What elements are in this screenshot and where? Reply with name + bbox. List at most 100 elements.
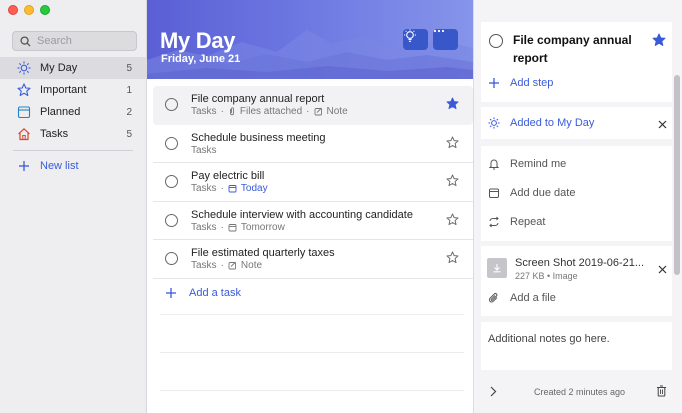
task-list-name: Tasks bbox=[191, 106, 217, 117]
note-label: Note bbox=[326, 106, 348, 117]
task-meta: Tasks · Note bbox=[191, 260, 262, 271]
separator-dot: · bbox=[220, 260, 224, 271]
add-due-date-button[interactable]: Add due date bbox=[488, 187, 575, 199]
close-icon bbox=[658, 265, 667, 274]
task-list-name: Tasks bbox=[191, 260, 217, 271]
page-title: My Day bbox=[160, 28, 236, 53]
star-icon[interactable] bbox=[446, 251, 459, 267]
task-meta: Tasks · Tomorrow bbox=[191, 222, 285, 233]
sidebar-item-my-day[interactable]: My Day 5 bbox=[0, 57, 147, 79]
detail-title[interactable]: File company annual report bbox=[513, 31, 643, 67]
complete-checkbox[interactable] bbox=[165, 252, 178, 265]
complete-checkbox[interactable] bbox=[489, 34, 503, 48]
more-icon bbox=[433, 29, 445, 33]
add-file-label: Add a file bbox=[510, 292, 556, 304]
repeat-icon bbox=[489, 216, 499, 228]
calendar-icon bbox=[228, 223, 237, 231]
star-icon[interactable] bbox=[446, 212, 459, 229]
window-controls bbox=[8, 5, 50, 15]
detail-scrollbar[interactable] bbox=[674, 75, 680, 275]
task-meta: Tasks · Files attached · Note bbox=[191, 106, 348, 117]
row-divider bbox=[160, 390, 464, 391]
minimize-window-button[interactable] bbox=[24, 5, 34, 15]
sun-icon bbox=[488, 117, 500, 129]
sidebar-item-label: Tasks bbox=[40, 128, 69, 140]
add-file-button[interactable]: Add a file bbox=[488, 292, 556, 304]
added-to-my-day-row[interactable]: Added to My Day bbox=[488, 117, 594, 129]
add-task-label: Add a task bbox=[189, 287, 241, 299]
remove-from-my-day-button[interactable] bbox=[658, 118, 667, 132]
star-icon[interactable] bbox=[652, 33, 666, 50]
separator-dot: · bbox=[220, 183, 224, 194]
files-attached-label: Files attached bbox=[239, 106, 303, 117]
paperclip-icon bbox=[229, 107, 234, 116]
close-window-button[interactable] bbox=[8, 5, 18, 15]
hide-detail-button[interactable] bbox=[489, 386, 497, 400]
sidebar-item-planned[interactable]: Planned 2 bbox=[0, 101, 147, 123]
task-item[interactable]: File estimated quarterly taxes Tasks · N… bbox=[153, 240, 473, 279]
delete-task-button[interactable] bbox=[656, 385, 667, 400]
add-step-button[interactable]: Add step bbox=[488, 77, 553, 89]
sidebar-item-count: 2 bbox=[126, 106, 132, 118]
complete-checkbox[interactable] bbox=[165, 175, 178, 188]
task-item[interactable]: Pay electric bill Tasks · Today bbox=[153, 163, 473, 202]
task-list-name: Tasks bbox=[191, 183, 217, 194]
task-item[interactable]: Schedule business meeting Tasks bbox=[153, 125, 473, 163]
repeat-button[interactable]: Repeat bbox=[488, 216, 545, 228]
sidebar-item-important[interactable]: Important 1 bbox=[0, 79, 147, 101]
calendar-icon bbox=[489, 188, 499, 198]
complete-checkbox[interactable] bbox=[165, 136, 178, 150]
star-icon[interactable] bbox=[446, 174, 459, 190]
file-name[interactable]: Screen Shot 2019-06-21... bbox=[515, 257, 645, 269]
sidebar-item-label: My Day bbox=[40, 62, 78, 74]
calendar-icon bbox=[228, 185, 237, 193]
due-date-label: Today bbox=[240, 183, 268, 194]
separator-dot: · bbox=[220, 106, 224, 117]
task-title: Schedule interview with accounting candi… bbox=[191, 208, 413, 221]
notes-field[interactable]: Additional notes go here. bbox=[488, 333, 610, 345]
search-box[interactable] bbox=[12, 31, 137, 51]
sidebar-item-count: 5 bbox=[126, 62, 132, 74]
plus-icon bbox=[489, 78, 499, 88]
task-meta: Tasks · Today bbox=[191, 183, 268, 194]
sidebar-item-label: Planned bbox=[40, 106, 81, 118]
zoom-window-button[interactable] bbox=[40, 5, 50, 15]
task-title: File company annual report bbox=[191, 93, 325, 105]
task-list-name: Tasks bbox=[191, 144, 217, 156]
more-options-button[interactable] bbox=[433, 29, 458, 50]
separator-dot: · bbox=[306, 106, 310, 117]
search-input[interactable] bbox=[37, 35, 127, 47]
paperclip-icon bbox=[488, 293, 498, 303]
task-title: Schedule business meeting bbox=[191, 131, 326, 144]
new-list-button[interactable]: New list bbox=[18, 160, 79, 172]
page-date: Friday, June 21 bbox=[161, 53, 241, 65]
chevron-right-icon bbox=[490, 386, 497, 397]
sun-icon bbox=[17, 61, 31, 75]
bell-icon bbox=[488, 159, 500, 170]
sidebar: My Day 5 Important 1 Planned 2 Tasks 5 bbox=[0, 0, 147, 413]
remove-file-button[interactable] bbox=[658, 263, 667, 277]
complete-checkbox[interactable] bbox=[165, 98, 178, 111]
plus-icon bbox=[166, 288, 176, 298]
task-item[interactable]: Schedule interview with accounting candi… bbox=[153, 202, 473, 240]
home-icon bbox=[17, 127, 31, 141]
task-item[interactable]: File company annual report Tasks · Files… bbox=[153, 86, 473, 125]
sidebar-item-label: Important bbox=[40, 84, 87, 96]
repeat-label: Repeat bbox=[510, 216, 546, 228]
file-meta: 227 KB • Image bbox=[515, 271, 578, 281]
lightbulb-icon bbox=[404, 29, 416, 42]
file-thumbnail[interactable] bbox=[487, 258, 507, 278]
suggestions-button[interactable] bbox=[403, 29, 428, 50]
task-title: Pay electric bill bbox=[191, 170, 265, 182]
star-icon[interactable] bbox=[446, 97, 459, 113]
add-step-label: Add step bbox=[510, 77, 554, 89]
add-task-button[interactable]: Add a task bbox=[165, 287, 241, 299]
remind-me-button[interactable]: Remind me bbox=[488, 158, 566, 170]
sidebar-item-tasks[interactable]: Tasks 5 bbox=[0, 123, 147, 145]
task-list: File company annual report Tasks · Files… bbox=[153, 86, 473, 279]
created-timestamp: Created 2 minutes ago bbox=[534, 387, 626, 397]
complete-checkbox[interactable] bbox=[165, 213, 178, 227]
add-due-date-label: Add due date bbox=[510, 187, 576, 199]
star-icon[interactable] bbox=[446, 135, 459, 152]
notes-card bbox=[481, 322, 672, 370]
